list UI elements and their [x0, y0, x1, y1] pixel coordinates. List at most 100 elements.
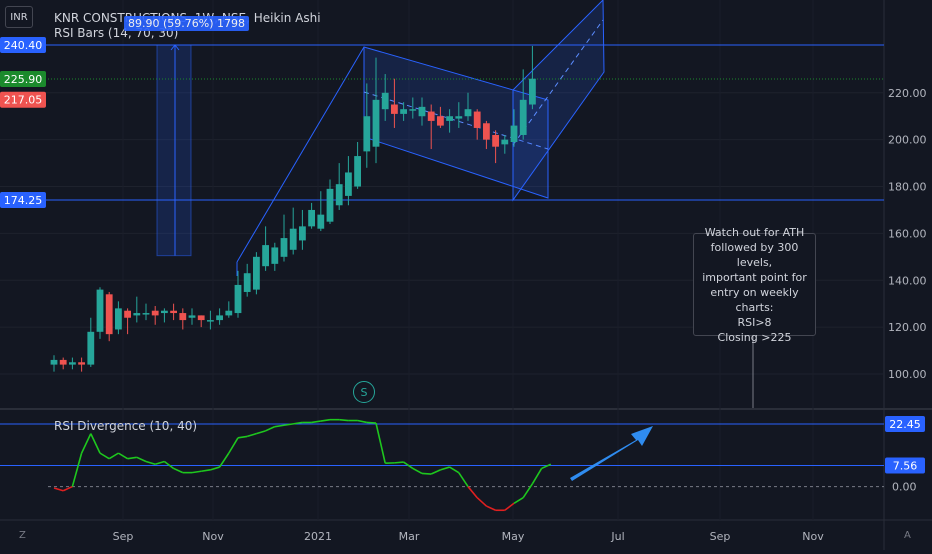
- measure-box: [157, 45, 191, 256]
- rsi-segment: [532, 468, 541, 483]
- candle-body: [161, 311, 168, 313]
- candle-body: [391, 105, 398, 114]
- split-badge[interactable]: S: [353, 381, 375, 403]
- rsi-segment: [523, 484, 532, 498]
- rsi-segment: [146, 461, 155, 464]
- rsi-segment: [128, 457, 137, 458]
- rsi-segment: [91, 434, 100, 454]
- rsi-segment: [256, 431, 265, 434]
- measure-label[interactable]: 89.90 (59.76%) 1798: [124, 16, 249, 31]
- candle-body: [262, 245, 269, 266]
- note-line: entry on weekly charts:: [694, 285, 815, 315]
- candle-body: [455, 116, 462, 118]
- candle-body: [327, 189, 334, 222]
- time-tick-label: May: [502, 530, 525, 543]
- rsi-segment: [210, 467, 219, 470]
- rsi-segment: [413, 468, 422, 473]
- candle-body: [106, 294, 113, 334]
- rsi-segment: [422, 473, 431, 474]
- rsi-segment: [321, 420, 330, 421]
- candle-body: [124, 311, 131, 318]
- rsi-segment: [247, 434, 256, 437]
- candle-body: [170, 311, 177, 313]
- candle-body: [501, 140, 508, 145]
- rsi-segment: [72, 453, 81, 486]
- candle-body: [354, 156, 361, 186]
- candle-body: [271, 247, 278, 263]
- rsi-segment: [164, 461, 173, 468]
- rsi-segment: [201, 470, 210, 471]
- candle-body: [492, 135, 499, 147]
- rsi-segment: [468, 487, 477, 498]
- candle-body: [133, 313, 140, 315]
- candle-body: [216, 315, 223, 320]
- auto-scale-button[interactable]: A: [904, 530, 911, 541]
- rsi-segment: [174, 468, 183, 472]
- candle-body: [382, 93, 389, 109]
- rsi-segment: [266, 427, 275, 431]
- candle-body: [60, 360, 67, 365]
- rsi-segment: [542, 464, 551, 468]
- candle-body: [115, 308, 122, 329]
- candle-body: [317, 215, 324, 229]
- currency-label: INR: [10, 12, 27, 23]
- text-note[interactable]: Watch out for ATH followed by 300 levels…: [693, 233, 816, 336]
- candle-body: [51, 360, 58, 365]
- candle-body: [198, 315, 205, 320]
- rsi-arrow: [570, 426, 653, 481]
- rsi-segment: [238, 436, 247, 437]
- price-tick-label: 160.00: [888, 227, 927, 240]
- rsi-segment: [220, 453, 229, 467]
- rsi-segment: [54, 488, 63, 491]
- currency-button[interactable]: INR: [5, 6, 33, 28]
- candle-body: [409, 109, 416, 111]
- time-tick-label: Nov: [202, 530, 224, 543]
- candle-body: [207, 320, 214, 322]
- rsi-segment: [192, 471, 201, 472]
- candle-body: [511, 126, 518, 142]
- time-tick-label: Jul: [610, 530, 624, 543]
- candle-body: [345, 172, 352, 195]
- rsi-segment: [137, 457, 146, 461]
- candle-body: [225, 311, 232, 316]
- rsi-segment: [394, 462, 403, 463]
- rsi-segment: [514, 498, 523, 504]
- note-line: RSI>8: [694, 315, 815, 330]
- note-line: important point for: [694, 270, 815, 285]
- candle-body: [483, 123, 490, 139]
- candle-body: [290, 229, 297, 250]
- candle-body: [465, 109, 472, 116]
- candle-body: [373, 100, 380, 147]
- candle-body: [189, 315, 196, 317]
- rsi-segment: [82, 434, 91, 454]
- candle-body: [299, 226, 306, 240]
- rsi-segment: [312, 421, 321, 422]
- candle-body: [419, 107, 426, 116]
- candle-body: [244, 273, 251, 292]
- time-tick-label: Sep: [113, 530, 134, 543]
- price-axis-badge-label: 225.90: [4, 73, 43, 86]
- price-axis-badge-label: 217.05: [4, 94, 43, 107]
- candle-body: [336, 184, 343, 205]
- candle-body: [446, 116, 453, 121]
- rsi-segment: [100, 453, 109, 459]
- price-tick-label: 140.00: [888, 274, 927, 287]
- candle-body: [143, 313, 150, 315]
- rsi-segment: [477, 498, 486, 506]
- candle-body: [520, 100, 527, 135]
- candle-body: [235, 285, 242, 313]
- time-tick-label: Mar: [399, 530, 420, 543]
- candle-body: [69, 362, 76, 364]
- price-axis-badge-label: 240.40: [4, 39, 43, 52]
- note-line: Closing >225: [694, 330, 815, 345]
- candle-body: [363, 116, 370, 151]
- time-tick-label: 2021: [304, 530, 332, 543]
- candle-body: [78, 362, 85, 364]
- rsi-tick-label: 0.00: [892, 481, 917, 494]
- rsi-segment: [459, 473, 468, 487]
- rsi-segment: [367, 422, 376, 423]
- timezone-button[interactable]: Z: [19, 530, 26, 541]
- rsi-segment: [109, 453, 118, 459]
- rsi-segment: [376, 423, 385, 463]
- rsi-segment: [486, 506, 495, 510]
